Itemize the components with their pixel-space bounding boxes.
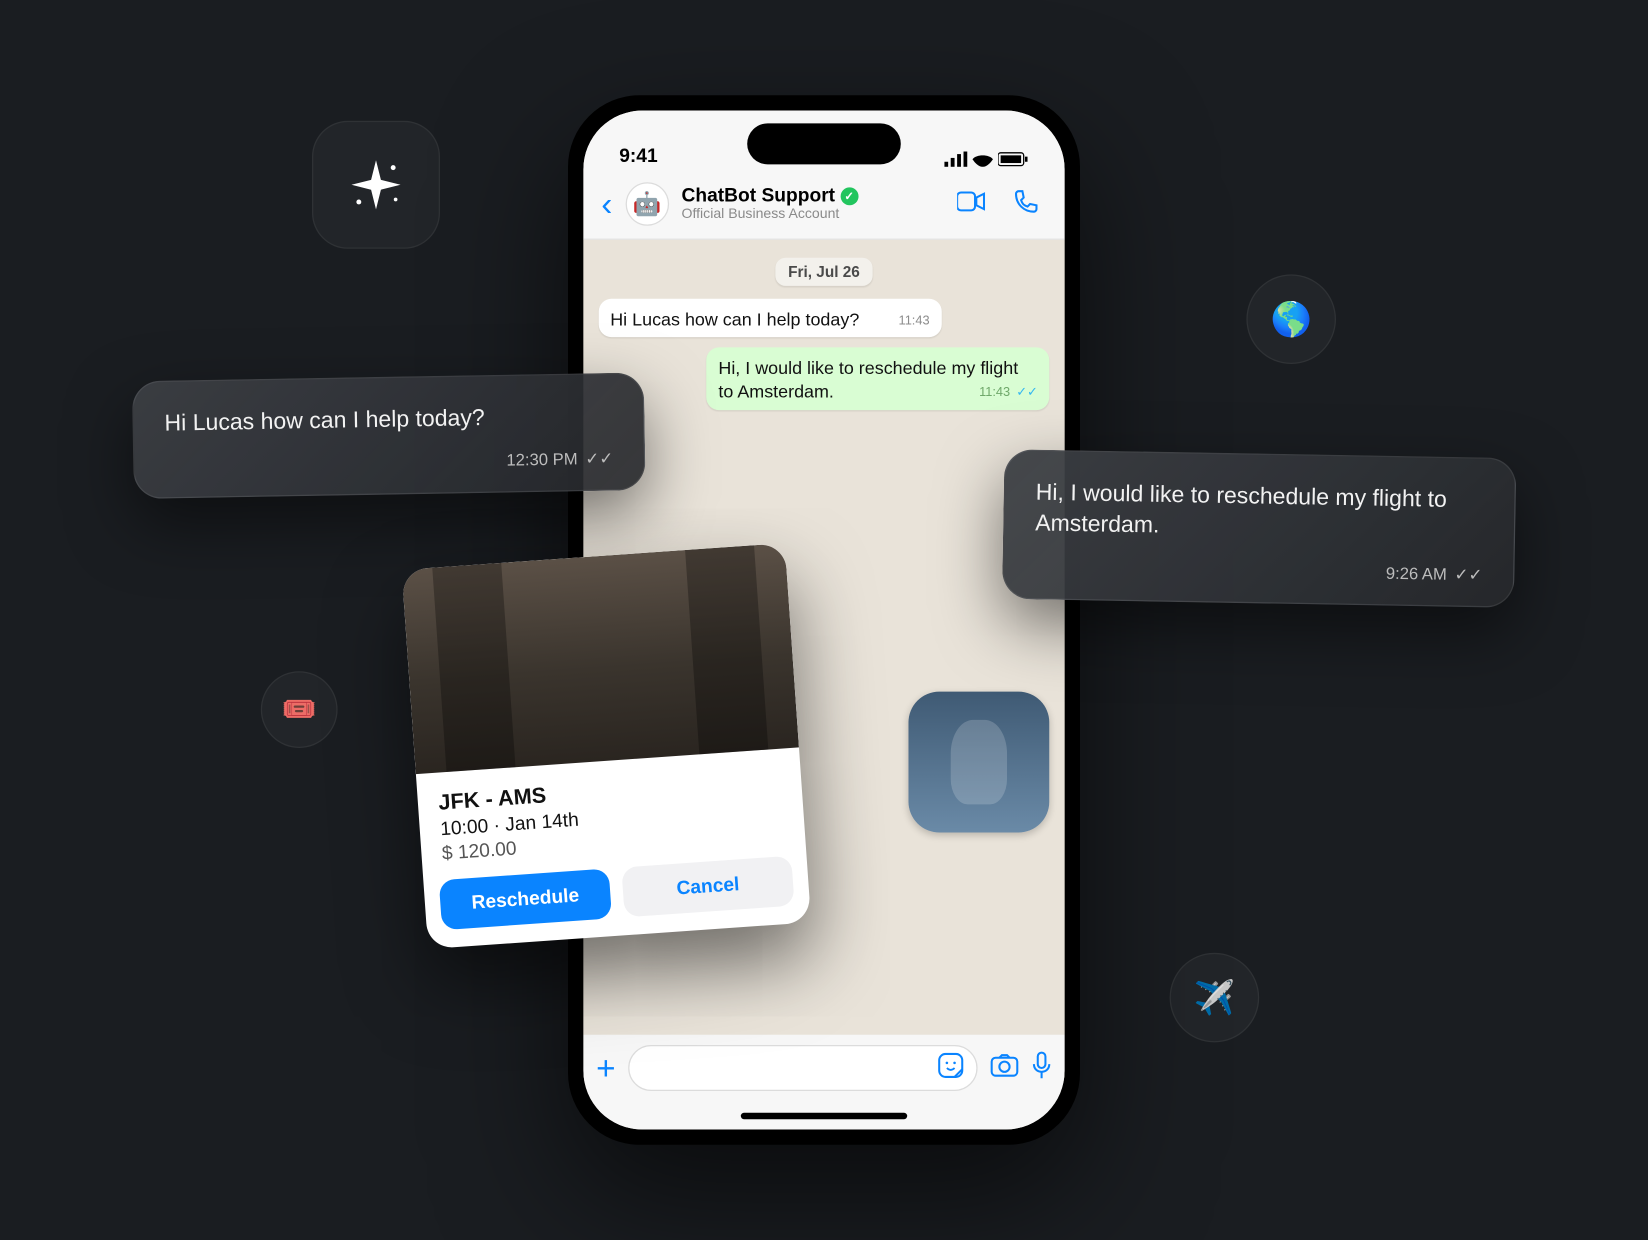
message-text: Hi Lucas how can I help today?: [610, 309, 859, 329]
message-incoming[interactable]: Hi Lucas how can I help today? 11:43: [599, 299, 941, 338]
globe-icon: 🌎: [1246, 274, 1336, 364]
battery-icon: [998, 152, 1029, 167]
read-receipt-icon: ✓✓: [1016, 386, 1037, 400]
sticker-picker-icon[interactable]: [938, 1052, 964, 1084]
read-receipt-icon: ✓✓: [1454, 564, 1482, 585]
sparkle-icon: [312, 121, 440, 249]
read-receipt-icon: ✓✓: [585, 449, 613, 470]
verified-badge-icon: ✓: [840, 187, 858, 205]
phone-notch: [747, 123, 901, 164]
back-button[interactable]: ‹: [601, 184, 612, 224]
home-indicator: [741, 1113, 907, 1119]
voice-call-button[interactable]: [1006, 183, 1047, 225]
video-call-button[interactable]: [949, 185, 993, 222]
attach-button[interactable]: +: [596, 1048, 615, 1088]
overlay-message-right: Hi, I would like to reschedule my flight…: [1002, 449, 1517, 607]
overlay-message-time: 12:30 PM: [506, 449, 578, 471]
message-time: 11:43: [979, 386, 1010, 400]
voice-message-button[interactable]: [1031, 1051, 1051, 1086]
overlay-message-time: 9:26 AM: [1386, 563, 1447, 585]
flight-card-image: [402, 543, 799, 774]
message-input[interactable]: [628, 1045, 977, 1091]
bot-avatar[interactable]: 🤖: [625, 182, 669, 226]
status-indicators: [944, 152, 1028, 167]
status-time: 9:41: [619, 145, 657, 167]
airplane-icon: ✈️: [1170, 953, 1260, 1043]
sticker-message[interactable]: [908, 691, 1049, 832]
flight-card: JFK - AMS 10:00 · Jan 14th $ 120.00 Resc…: [402, 543, 812, 949]
chat-subtitle: Official Business Account: [682, 207, 937, 223]
date-separator: Fri, Jul 26: [775, 258, 872, 286]
camera-button[interactable]: [990, 1053, 1018, 1082]
cellular-icon: [944, 152, 967, 167]
chat-title[interactable]: ChatBot Support: [682, 185, 836, 207]
reschedule-button[interactable]: Reschedule: [439, 868, 612, 930]
message-time: 11:43: [899, 313, 930, 330]
ticket-icon: 🎟️: [261, 671, 338, 748]
message-outgoing[interactable]: Hi, I would like to reschedule my flight…: [707, 348, 1049, 410]
overlay-message-left: Hi Lucas how can I help today? 12:30 PM …: [132, 372, 646, 499]
wifi-icon: [972, 152, 992, 167]
cancel-button[interactable]: Cancel: [621, 856, 794, 918]
message-text: Hi, I would like to reschedule my flight…: [718, 358, 1018, 402]
overlay-message-text: Hi Lucas how can I help today?: [164, 400, 612, 439]
chat-header: ‹ 🤖 ChatBot Support ✓ Official Business …: [583, 172, 1064, 240]
overlay-message-text: Hi, I would like to reschedule my flight…: [1035, 477, 1484, 547]
